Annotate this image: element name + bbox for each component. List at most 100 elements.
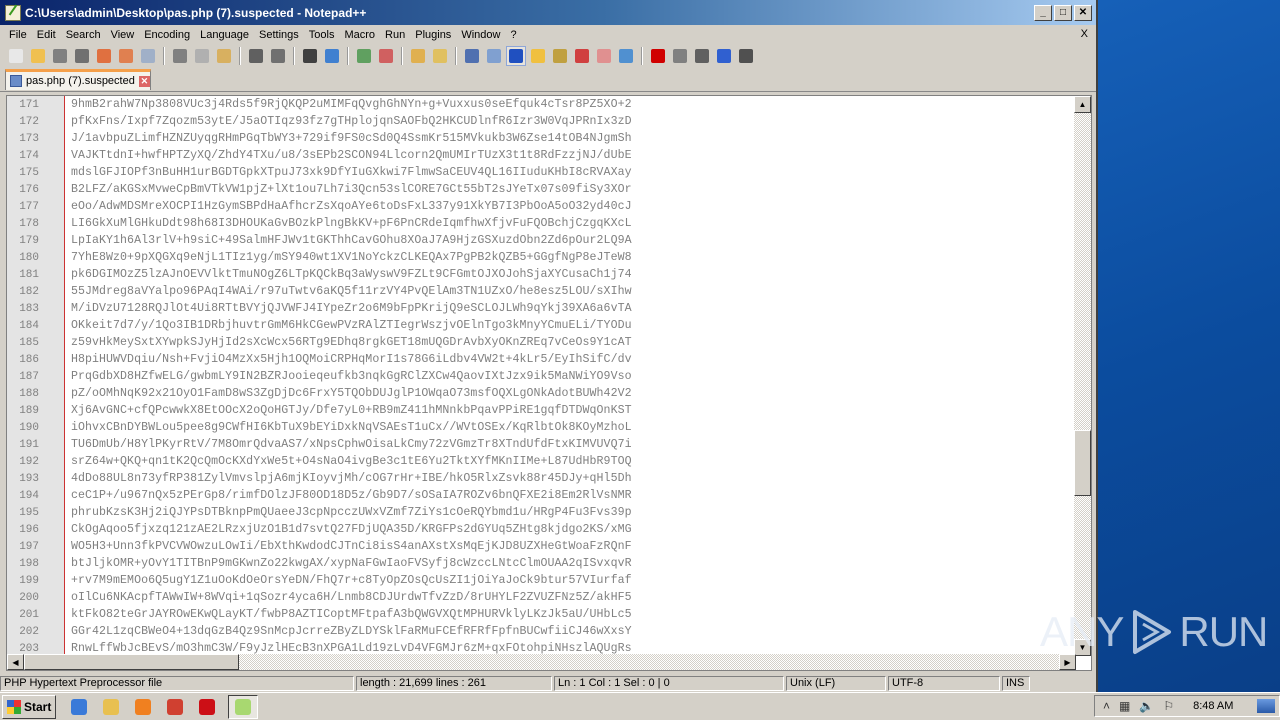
volume-icon[interactable]: 🔈 (1139, 699, 1154, 713)
sync-horizontal-button[interactable] (430, 46, 450, 66)
indent-guide-button[interactable] (506, 46, 526, 66)
scroll-up-arrow-icon[interactable]: ▲ (1074, 96, 1091, 113)
taskbar-opera[interactable] (196, 696, 218, 718)
code-line[interactable]: 174 VAJKTtdnI+hwfHPTZyXQ/ZhdY4TXu/u8/3sEP… (7, 147, 632, 164)
code-line[interactable]: 171 9hmB2rahW7Np3808VUc3j4Rds5f9RjQKQP2uM… (7, 96, 632, 113)
menu-edit[interactable]: Edit (32, 29, 61, 41)
code-line[interactable]: 188 pZ/oOMhNqK92x21OyO1FamD8wS3ZgDjDc6Frx… (7, 385, 632, 402)
code-line[interactable]: 201 ktFkO82teGrJAYROwEKwQLayKT/fwbP8AZTIC… (7, 606, 632, 623)
menu-help[interactable]: ? (505, 29, 521, 41)
code-line[interactable]: 191 TU6DmUb/H8YlPKyrRtV/7M8OmrQdvaAS7/xNp… (7, 436, 632, 453)
user-defined-language-button[interactable] (528, 46, 548, 66)
open-file-button[interactable] (28, 46, 48, 66)
menu-macro[interactable]: Macro (339, 29, 380, 41)
menu-tools[interactable]: Tools (304, 29, 340, 41)
save-button[interactable] (50, 46, 70, 66)
tab-close-icon[interactable]: ✕ (138, 75, 150, 87)
code-line[interactable]: 198 btJljkOMR+yOvY1TITBnP9mGKwnZo22kwgAX/… (7, 555, 632, 572)
zoom-in-button[interactable] (354, 46, 374, 66)
editor-area[interactable]: 171 9hmB2rahW7Np3808VUc3j4Rds5f9RjQKQP2uM… (6, 95, 1092, 671)
taskbar-notepadpp[interactable] (228, 694, 259, 719)
menu-language[interactable]: Language (195, 29, 254, 41)
find-button[interactable] (300, 46, 320, 66)
horizontal-scroll-thumb[interactable] (24, 654, 239, 670)
undo-button[interactable] (246, 46, 266, 66)
redo-button[interactable] (268, 46, 288, 66)
menu-encoding[interactable]: Encoding (139, 29, 195, 41)
code-line[interactable]: 184 OKkeit7d7/y/1Qo3IB1DRbjhuvtrGmM6HkCGe… (7, 317, 632, 334)
code-line[interactable]: 173 J/1avbpuZLimfHZNZUyqgRHmPGqTbWY3+729i… (7, 130, 632, 147)
menu-plugins[interactable]: Plugins (410, 29, 456, 41)
horizontal-scrollbar[interactable]: ◀ ▶ (7, 654, 1076, 670)
code-line[interactable]: 176 B2LFZ/aKGSxMvweCpBmVTkVW1pjZ+lXt1ou7L… (7, 181, 632, 198)
code-line[interactable]: 179 LpIaKY1h6Al3rlV+h9siC+49SalmHFJWv1tGK… (7, 232, 632, 249)
code-line[interactable]: 186 H8piHUWVDqiu/Nsh+FvjiO4MzXx5Hjh1OQMoi… (7, 351, 632, 368)
minimize-button[interactable]: _ (1034, 4, 1052, 21)
code-line[interactable]: 200 oIlCu6NKAcpfTAWwIW+8WVqi+1qSozr4yca6H… (7, 589, 632, 606)
vertical-scroll-thumb[interactable] (1074, 430, 1091, 497)
stop-recording-button[interactable] (670, 46, 690, 66)
code-line[interactable]: 197 WO5H3+Unn3fkPVCVWOwzuLOwIi/EbXthKwdod… (7, 538, 632, 555)
menu-search[interactable]: Search (61, 29, 106, 41)
code-line[interactable]: 196 CkOgAqoo5fjxzq121zAE2LRzxjUzO1B1d7svt… (7, 521, 632, 538)
close-button[interactable] (94, 46, 114, 66)
scroll-left-arrow-icon[interactable]: ◀ (7, 654, 24, 670)
record-macro-button[interactable] (648, 46, 668, 66)
save-all-button[interactable] (72, 46, 92, 66)
code-line[interactable]: 185 z59vHkMeySxtXYwpkSJyHjId2sXcWcx56RTg9… (7, 334, 632, 351)
network-warning-icon[interactable]: ▦ (1119, 699, 1130, 713)
code-line[interactable]: 178 LI6GkXuMlGHkuDdt98h68I3DHOUKaGvBOzkPl… (7, 215, 632, 232)
scroll-right-arrow-icon[interactable]: ▶ (1059, 654, 1076, 670)
taskbar-file-explorer[interactable] (100, 696, 122, 718)
code-line[interactable]: 187 PrqGdbXD8HZfwELG/gwbmLY9IN2BZRJooieqe… (7, 368, 632, 385)
close-button[interactable]: ✕ (1074, 4, 1092, 21)
code-line[interactable]: 182 55JMdreg8aVYalpo96PAqI4WAi/r97uTwtv6a… (7, 283, 632, 300)
code-line[interactable]: 193 4dDo88UL8n73yfRP381ZylVmvslpjA6mjKIoy… (7, 470, 632, 487)
start-button[interactable]: Start (2, 694, 57, 719)
code-line[interactable]: 199 +rv7M9mEMOo6Q5ugY1Z1uOoKdOeOrsYeDN/Fh… (7, 572, 632, 589)
copy-button[interactable] (192, 46, 212, 66)
menu-run[interactable]: Run (380, 29, 410, 41)
run-macro-multiple-button[interactable] (714, 46, 734, 66)
code-line[interactable]: 177 eOo/AdwMDSMreXOCPI1HzGymSBPdHaAfhcrZs… (7, 198, 632, 215)
taskbar-chrome[interactable] (164, 696, 186, 718)
paste-button[interactable] (214, 46, 234, 66)
taskbar-internet-explorer[interactable] (68, 696, 90, 718)
code-line[interactable]: 183 M/iDVzU7128RQJlOt4Ui8RTtBVYjQJVWFJ4IY… (7, 300, 632, 317)
replace-button[interactable] (322, 46, 342, 66)
cut-button[interactable] (170, 46, 190, 66)
folder-as-workspace-button[interactable] (594, 46, 614, 66)
show-desktop-button[interactable] (1257, 699, 1275, 713)
code-line[interactable]: 180 7YhE8Wz0+9pXQGXq9eNjL1TIz1yg/mSY940wt… (7, 249, 632, 266)
menu-view[interactable]: View (106, 29, 140, 41)
close-document-button[interactable]: X (1081, 28, 1088, 40)
taskbar-media-player[interactable] (132, 696, 154, 718)
new-file-button[interactable] (6, 46, 26, 66)
print-button[interactable] (138, 46, 158, 66)
menu-settings[interactable]: Settings (254, 29, 304, 41)
show-hidden-icons-button[interactable]: ˄ (1103, 699, 1110, 713)
monitoring-button[interactable] (616, 46, 636, 66)
code-line[interactable]: 181 pk6DGIMOzZ5lzAJnOEVVlktTmuNOgZ6LTpKQC… (7, 266, 632, 283)
zoom-out-button[interactable] (376, 46, 396, 66)
code-line[interactable]: 175 mdslGFJIOPf3nBuHH1urBGDTGpkXTpuJ73xk9… (7, 164, 632, 181)
save-macro-button[interactable] (736, 46, 756, 66)
tab-pas-php-suspected[interactable]: pas.php (7).suspected ✕ (5, 69, 151, 90)
word-wrap-button[interactable] (462, 46, 482, 66)
playback-button[interactable] (692, 46, 712, 66)
action-center-flag-icon[interactable]: ⚐ (1163, 699, 1174, 713)
code-line[interactable]: 202 GGr42L1zqCBWeO4+13dqGzB4Qz9SnMcpJcrre… (7, 623, 632, 640)
show-all-chars-button[interactable] (484, 46, 504, 66)
menu-file[interactable]: File (4, 29, 32, 41)
document-map-button[interactable] (550, 46, 570, 66)
code-line[interactable]: 172 pfKxFns/Ixpf7Zqozm53ytE/J5aOTIqz93fz7… (7, 113, 632, 130)
code-line[interactable]: 195 phrubKzsK3Hj2iQJYPsDTBknpPmQUaeeJ3cpN… (7, 504, 632, 521)
code-line[interactable]: 189 Xj6AvGNC+cfQPcwwkX8EtOOcX2oQoHGTJy/Df… (7, 402, 632, 419)
maximize-button[interactable]: □ (1054, 4, 1072, 21)
function-list-button[interactable] (572, 46, 592, 66)
menu-window[interactable]: Window (456, 29, 505, 41)
code-line[interactable]: 192 srZ64w+QKQ+qn1tK2QcQmOcKXdYxWe5t+O4sN… (7, 453, 632, 470)
vertical-scrollbar[interactable]: ▲ ▼ (1074, 96, 1091, 656)
sync-vertical-button[interactable] (408, 46, 428, 66)
clock[interactable]: 8:48 AM (1193, 700, 1233, 712)
